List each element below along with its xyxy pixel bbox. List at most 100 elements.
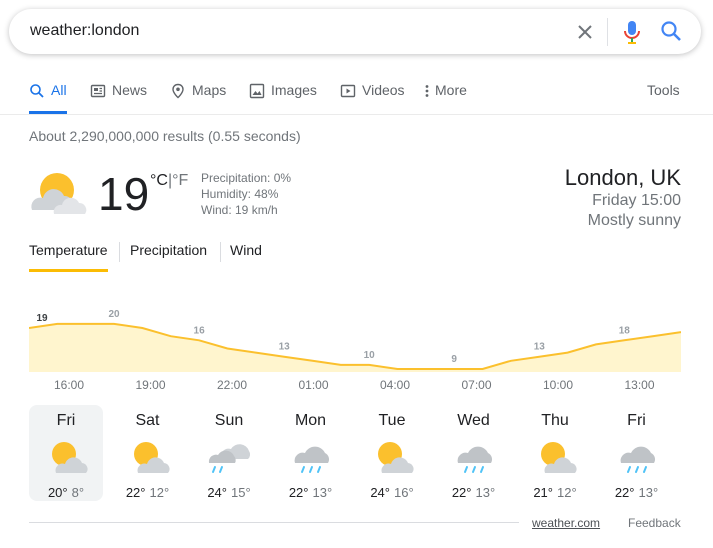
forecast-day[interactable]: Sat 22° 12° — [111, 405, 185, 501]
tab-precipitation[interactable]: Precipitation — [130, 242, 207, 264]
hour-axis: 16:00 19:00 22:00 01:00 04:00 07:00 10:00 13:00 — [29, 378, 681, 396]
temperature-label: 18 — [619, 325, 631, 336]
close-icon[interactable] — [573, 20, 597, 44]
forecast-day-name: Fri — [56, 412, 76, 429]
forecast-day[interactable]: Fri 22° 13° — [600, 405, 674, 501]
map-pin-icon — [172, 83, 184, 99]
tab-more[interactable]: More — [423, 82, 467, 114]
tab-wind[interactable]: Wind — [230, 242, 262, 264]
forecast-high: 22° — [614, 485, 635, 500]
humidity-text: Humidity: 48% — [201, 187, 279, 201]
partly-sunny-icon — [133, 442, 170, 473]
forecast-day[interactable]: Wed 22° 13° — [437, 405, 511, 501]
hour-tick-label: 01:00 — [298, 378, 329, 392]
forecast-low: 12° — [557, 485, 577, 500]
tab-maps[interactable]: Maps — [170, 82, 226, 114]
microphone-icon[interactable] — [621, 19, 643, 45]
forecast-temps: 22° 13° — [437, 485, 511, 500]
search-input[interactable]: weather:london — [30, 22, 139, 40]
forecast-day[interactable]: Fri 20° 8° — [29, 405, 103, 501]
source-link[interactable]: weather.com — [532, 516, 600, 530]
tab-videos[interactable]: Videos — [340, 82, 405, 114]
chart-tab-label: Temperature — [29, 242, 108, 258]
hour-tick-label: 16:00 — [53, 378, 85, 392]
temperature-chart: 19 20 16 13 10 9 13 18 — [29, 292, 681, 372]
forecast-day[interactable]: Tue 24° 16° — [355, 405, 429, 501]
tab-label: More — [435, 82, 467, 98]
tab-images[interactable]: Images — [249, 82, 317, 114]
temperature-label: 10 — [364, 350, 376, 361]
search-tabs: All News Maps Images Videos More Tools — [29, 82, 689, 114]
daily-forecast: Fri 20° 8° Sat 22° 12° Sun 24° 15° Mon 22° 13° Tue 24… — [29, 405, 689, 501]
forecast-low: 16° — [394, 485, 414, 500]
footer-divider — [29, 522, 519, 523]
hour-tick-label: 04:00 — [379, 378, 411, 392]
forecast-temps: 21° 12° — [518, 485, 592, 500]
forecast-low: 12° — [149, 485, 170, 500]
forecast-low: 13° — [638, 485, 659, 500]
more-vert-icon — [425, 85, 429, 97]
temperature-label: 16 — [194, 325, 206, 336]
forecast-day[interactable]: Sun 24° 15° — [192, 405, 266, 501]
forecast-high: 20° — [47, 485, 68, 500]
hour-tick-label: 19:00 — [135, 378, 166, 392]
forecast-temps: 22° 12° — [111, 485, 185, 500]
video-icon — [340, 84, 356, 98]
chart-tab-label: Wind — [230, 242, 262, 258]
tools-button[interactable]: Tools — [647, 82, 680, 114]
forecast-high: 22° — [288, 485, 309, 500]
forecast-temps: 20° 8° — [29, 485, 103, 500]
partly-sunny-icon — [52, 442, 88, 473]
forecast-day[interactable]: Mon 22° 13° — [274, 405, 348, 501]
tab-temperature[interactable]: Temperature — [29, 242, 108, 272]
image-icon — [249, 83, 265, 99]
unit-fahrenheit[interactable]: °F — [172, 172, 188, 189]
chart-tab-divider — [220, 242, 221, 262]
forecast-low: 13° — [475, 485, 496, 500]
chart-tab-label: Precipitation — [130, 242, 208, 258]
forecast-day-name: Fri — [627, 412, 646, 429]
current-temperature: 19 — [98, 168, 150, 220]
rain-icon — [620, 446, 655, 473]
result-stats: About 2,290,000,000 results (0.55 second… — [29, 128, 301, 144]
forecast-high: 21° — [533, 485, 553, 500]
hour-tick-label: 13:00 — [624, 378, 655, 392]
forecast-high: 22° — [125, 485, 146, 500]
forecast-temps: 24° 16° — [355, 485, 429, 500]
forecast-temps: 24° 15° — [192, 485, 266, 500]
precipitation-text: Precipitation: 0% — [201, 171, 292, 185]
forecast-low: 8° — [71, 485, 85, 500]
hour-tick-label: 22:00 — [216, 378, 248, 392]
temperature-label: 9 — [451, 354, 457, 365]
temperature-label: 13 — [279, 342, 291, 353]
forecast-day[interactable]: Thu 21° 12° — [518, 405, 592, 501]
chart-tab-divider — [119, 242, 120, 262]
unit-celsius[interactable]: °C — [150, 172, 168, 189]
tab-all[interactable]: All — [29, 82, 67, 114]
temperature-label: 13 — [534, 342, 546, 353]
partly-sunny-icon — [541, 442, 577, 473]
search-divider — [607, 18, 608, 46]
forecast-day-name: Thu — [541, 412, 569, 429]
forecast-day-name: Wed — [457, 412, 490, 429]
search-icon[interactable] — [659, 19, 683, 43]
hour-tick-label: 07:00 — [461, 378, 492, 392]
tab-label: Images — [271, 82, 317, 98]
rain-icon — [457, 446, 492, 473]
location-city: London, UK — [564, 165, 681, 190]
rain-icon — [294, 446, 329, 473]
hour-tick-label: 10:00 — [542, 378, 574, 392]
tab-news[interactable]: News — [90, 82, 147, 114]
forecast-high: 24° — [370, 485, 390, 500]
tab-label: News — [112, 82, 148, 98]
forecast-day-name: Sat — [135, 412, 160, 429]
tab-label: All — [51, 82, 67, 98]
feedback-link[interactable]: Feedback — [628, 516, 681, 530]
active-chart-tab-indicator — [29, 269, 108, 272]
search-icon — [30, 84, 44, 98]
tab-label: Videos — [362, 82, 405, 98]
tools-label: Tools — [647, 82, 680, 98]
rain-showers-icon — [208, 444, 251, 473]
search-bar[interactable]: weather:london — [9, 9, 701, 54]
forecast-temps: 22° 13° — [274, 485, 348, 500]
